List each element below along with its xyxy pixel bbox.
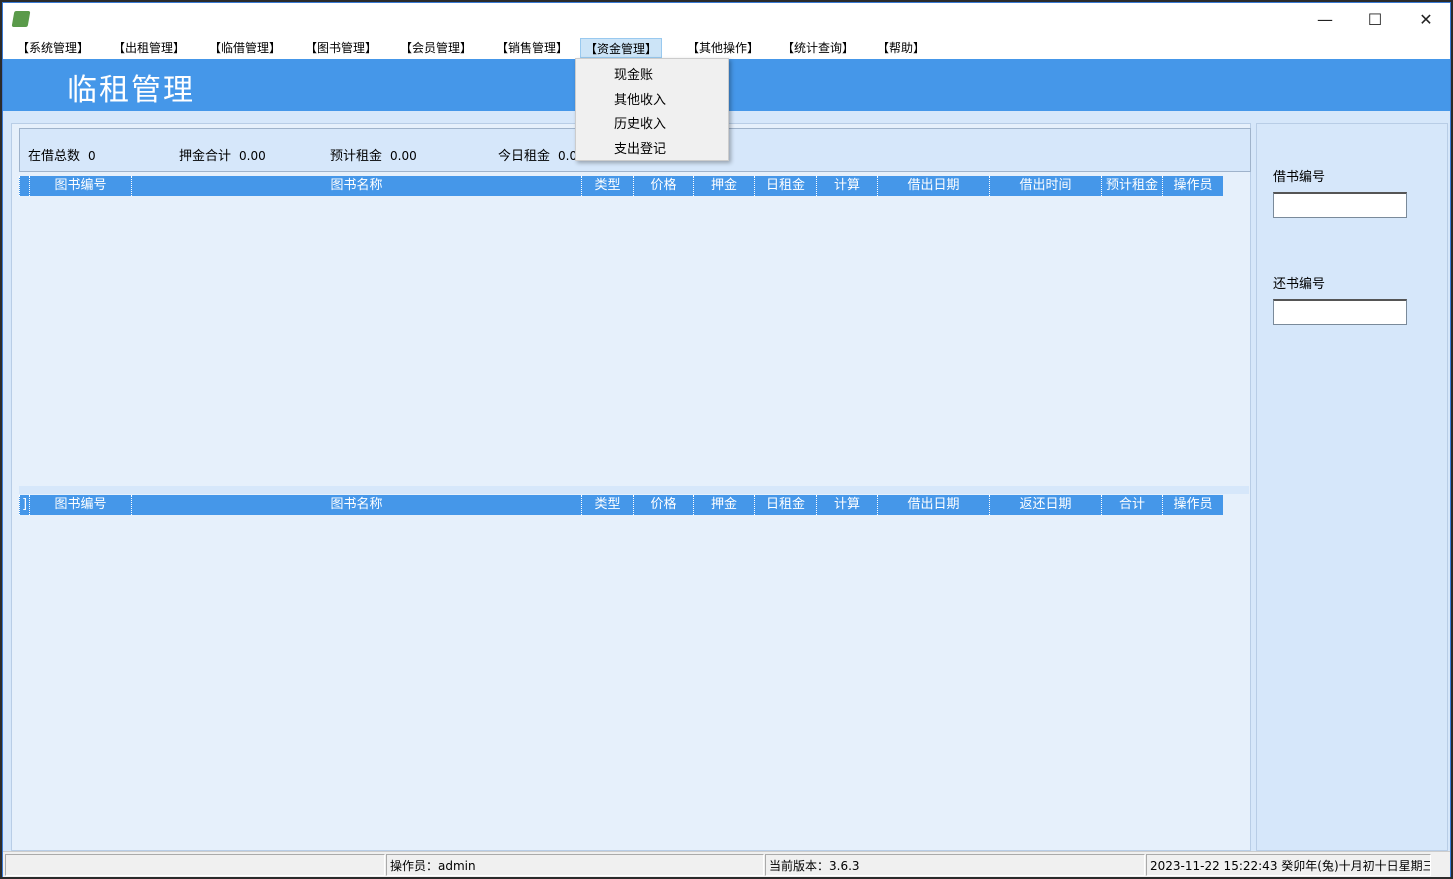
summary-label: 预计租金 [330,149,383,164]
menu-item-1[interactable]: 【出租管理】 [109,38,189,58]
menu-item-9[interactable]: 【帮助】 [873,38,929,58]
column-header[interactable] [19,176,29,196]
column-header[interactable]: 日租金 [754,176,816,196]
column-header[interactable]: 操作员 [1162,176,1223,196]
summary-value: 0 [88,149,96,163]
status-blank [5,854,385,876]
column-header[interactable]: 图书编号 [29,495,131,515]
dropdown-item-0[interactable]: 现金账 [614,64,653,83]
column-header[interactable]: 借出时间 [989,176,1101,196]
input-panel: 借书编号 还书编号 [1256,123,1448,851]
close-button[interactable]: ✕ [1401,3,1451,36]
menu-item-7[interactable]: 【其他操作】 [683,38,763,58]
dropdown-item-2[interactable]: 历史收入 [614,113,666,132]
column-header[interactable]: 类型 [581,495,633,515]
column-header[interactable]: 借出日期 [877,495,989,515]
column-header[interactable]: 返还日期 [989,495,1101,515]
column-header[interactable]: 操作员 [1162,495,1223,515]
current-rentals-grid-body[interactable] [19,196,1249,486]
menu-item-8[interactable]: 【统计查询】 [778,38,858,58]
return-number-input[interactable] [1273,299,1407,325]
status-bar: 操作员：admin 当前版本：3.6.3 2023-11-22 15:22:43… [3,851,1450,877]
summary-label: 今日租金 [498,149,551,164]
menu-item-3[interactable]: 【图书管理】 [301,38,381,58]
dropdown-item-3[interactable]: 支出登记 [614,138,666,157]
current-rentals-grid-header: 图书编号 图书名称 类型 价格 押金 日租金 计算 借出日期 借出时间 预计租金 操作员 [19,176,1223,196]
menu-item-4[interactable]: 【会员管理】 [396,38,476,58]
column-header[interactable]: 押金 [693,495,754,515]
menu-item-2[interactable]: 【临借管理】 [205,38,285,58]
status-datetime: 2023-11-22 15:22:43 癸卯年(兔)十月初十日星期三 [1146,854,1431,876]
summary-value: 0.00 [390,149,417,163]
column-header[interactable]: ] [19,495,29,515]
return-number-label: 还书编号 [1273,277,1326,292]
column-header[interactable]: 合计 [1101,495,1162,515]
borrow-number-input[interactable] [1273,192,1407,218]
column-header[interactable]: 押金 [693,176,754,196]
returned-grid-body[interactable] [19,515,1249,850]
app-book-icon [11,11,31,27]
grid-divider [19,486,1249,494]
page-title: 临租管理 [67,73,195,108]
fund-management-dropdown: 现金账其他收入历史收入支出登记 [575,58,729,161]
summary-item: 今日租金 0.0 [498,145,577,164]
title-bar: — ☐ ✕ [3,3,1450,36]
status-operator: 操作员：admin [386,854,764,876]
column-header[interactable]: 预计租金 [1101,176,1162,196]
column-header[interactable]: 借出日期 [877,176,989,196]
column-header[interactable]: 价格 [633,176,693,196]
minimize-button[interactable]: — [1300,3,1350,36]
borrow-number-label: 借书编号 [1273,170,1326,185]
returned-grid-header: ] 图书编号 图书名称 类型 价格 押金 日租金 计算 借出日期 返还日期 合计 操作员 [19,495,1223,515]
column-header[interactable]: 日租金 [754,495,816,515]
maximize-button[interactable]: ☐ [1350,3,1400,36]
column-header[interactable]: 计算 [816,176,877,196]
summary-label: 押金合计 [179,149,232,164]
column-header[interactable]: 图书名称 [131,176,581,196]
summary-value: 0.00 [239,149,266,163]
column-header[interactable]: 价格 [633,495,693,515]
summary-item: 押金合计 0.00 [179,145,266,164]
menu-item-6[interactable]: 【资金管理】 [580,38,663,58]
column-header[interactable]: 图书编号 [29,176,131,196]
column-header[interactable]: 图书名称 [131,495,581,515]
column-header[interactable]: 类型 [581,176,633,196]
column-header[interactable]: 计算 [816,495,877,515]
summary-item: 在借总数 0 [28,145,96,164]
summary-label: 在借总数 [28,149,81,164]
rental-panel: 在借总数 0 押金合计 0.00 预计租金 0.00 今日租金 0.0 图书编号 图书名称 类型价… [11,123,1251,851]
status-version: 当前版本：3.6.3 [765,854,1145,876]
menu-bar: 【系统管理】 【出租管理】 【临借管理】 【图书管理】 【会员管理】 【销售管理】 【资金管… [3,36,1450,59]
dropdown-item-1[interactable]: 其他收入 [614,89,666,108]
summary-item: 预计租金 0.00 [330,145,417,164]
menu-item-0[interactable]: 【系统管理】 [13,38,93,58]
main-area: 在借总数 0 押金合计 0.00 预计租金 0.00 今日租金 0.0 图书编号 图书名称 类型价… [3,111,1450,851]
menu-item-5[interactable]: 【销售管理】 [492,38,572,58]
